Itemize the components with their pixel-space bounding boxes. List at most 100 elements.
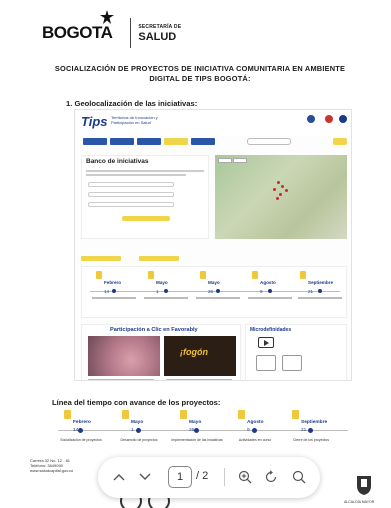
calendar-icon <box>180 410 187 419</box>
document-title: SOCIALIZACIÓN DE PROYECTOS DE INICIATIVA… <box>54 64 346 83</box>
text-line <box>86 174 186 176</box>
document-timeline: Febrero 14 Mayo 1 Mayo 26 Agosto 9 Septi… <box>56 408 356 448</box>
timeline-day: 9 <box>260 289 263 294</box>
zoom-in-button[interactable] <box>234 466 256 488</box>
logo-divider <box>130 18 132 48</box>
timeline-caption: Cierre de los proyectos <box>293 438 329 442</box>
nav-item-active <box>164 138 188 145</box>
bank-search-button <box>122 216 170 221</box>
timeline-dot <box>216 289 220 293</box>
bank-title: Banco de iniciativas <box>86 158 149 165</box>
toolbar-divider <box>224 468 225 486</box>
bank-footer-buttons <box>81 256 209 262</box>
timeline-caption: Desarrollo de proyectos <box>120 438 158 442</box>
timeline-item: Mayo 1 <box>148 271 194 294</box>
timeline-item: Febrero 14 <box>96 271 142 294</box>
page-total: / 2 <box>196 470 209 482</box>
search-icon <box>292 470 306 484</box>
timeline-item: Agosto 9 <box>238 410 264 433</box>
timeline-day: 21 <box>308 289 314 294</box>
search-button[interactable] <box>288 466 310 488</box>
timeline-item: Agosto 9 <box>252 271 298 294</box>
timeline-month: Febrero <box>73 420 91 425</box>
map-view <box>215 155 347 239</box>
participation-panel: Participación a Clic en Favorably ¡fogón <box>81 324 241 380</box>
timeline-dot <box>164 289 168 293</box>
calendar-icon <box>96 271 102 279</box>
calendar-icon <box>252 271 258 279</box>
website-timeline: Febrero 14 Mayo 1 Mayo 26 Agosto 9 Septi… <box>81 266 347 318</box>
timeline-caption: Socialización de proyectos <box>60 438 102 442</box>
timeline-month: Septiembre <box>308 280 334 285</box>
timeline-caption <box>144 297 188 299</box>
bogota-logo: BOGOTA <box>42 23 113 42</box>
website-screenshot: Tips Territorios de Innovación y Partici… <box>74 109 352 381</box>
timeline-month: Mayo <box>189 420 202 425</box>
seal-label: ALCALDÍA MAYOR <box>344 500 375 504</box>
participation-title: Participación a Clic en Favorably <box>110 327 198 333</box>
footer-button <box>81 256 121 261</box>
website-search <box>247 138 291 145</box>
star-icon <box>100 10 114 24</box>
next-page-button[interactable] <box>134 466 156 488</box>
page-number-input[interactable]: 1 <box>168 466 192 488</box>
secretaria-small: SECRETARÍA DE <box>138 23 182 30</box>
timeline-caption <box>92 297 136 299</box>
map-pin <box>273 188 276 191</box>
website-nav <box>83 138 215 145</box>
nav-item <box>83 138 107 145</box>
nav-item <box>110 138 134 145</box>
nav-item <box>137 138 161 145</box>
website-line: www.saludcapital.gov.co <box>30 468 74 473</box>
nav-item <box>191 138 215 145</box>
fogon-label: ¡fogón <box>180 347 208 357</box>
tips-logo: Tips <box>81 114 108 129</box>
chevron-down-icon <box>139 473 151 480</box>
user-icon <box>339 115 347 123</box>
timeline-caption: Actividades en curso <box>238 438 272 442</box>
rotate-button[interactable] <box>260 466 282 488</box>
calendar-icon <box>238 410 245 419</box>
timeline-dot <box>194 428 199 433</box>
previous-page-button[interactable] <box>108 466 130 488</box>
tips-logo-subtitle: Territorios de Innovación y Participació… <box>111 115 158 125</box>
micro-card <box>282 355 302 371</box>
bogota-icon <box>325 115 333 123</box>
timeline-caption <box>298 297 342 299</box>
micro-card <box>256 355 276 371</box>
photo-caption <box>88 379 154 380</box>
secretaria-big: SALUD <box>138 30 177 43</box>
document-header: BOGOTA SECRETARÍA DE SALUD <box>42 10 181 48</box>
calendar-icon <box>64 410 71 419</box>
pdf-toolbar: 1 / 2 <box>98 457 320 498</box>
map-pin <box>279 193 282 196</box>
timeline-month: Febrero <box>104 280 122 285</box>
calendar-icon <box>300 271 306 279</box>
coat-of-arms-icon <box>357 476 371 495</box>
calendar-icon <box>200 271 206 279</box>
timeline-caption: Implementación de las iniciativas <box>171 438 223 442</box>
timeline-dot <box>268 289 272 293</box>
map-pin <box>277 181 280 184</box>
timeline-dot <box>252 428 257 433</box>
calendar-icon <box>292 410 299 419</box>
map-tab <box>218 158 232 163</box>
timeline-item: Mayo 26 <box>200 271 246 294</box>
filter-field <box>88 192 174 197</box>
map-pin <box>276 197 279 200</box>
timeline-caption <box>196 297 240 299</box>
participation-photo <box>88 336 160 376</box>
timeline-caption <box>248 297 292 299</box>
photo-caption <box>166 379 232 380</box>
timeline-item: Septiembre 21 <box>300 271 346 294</box>
timeline-dot <box>318 289 322 293</box>
website-search-button <box>333 138 347 145</box>
chevron-up-icon <box>113 474 125 481</box>
timeline-dot <box>78 428 83 433</box>
timeline-dot <box>112 289 116 293</box>
gov-icon <box>307 115 315 123</box>
timeline-month: Mayo <box>208 280 220 285</box>
bank-panel: Banco de iniciativas <box>81 155 209 239</box>
timeline-month: Septiembre <box>301 420 328 425</box>
secretaria-label: SECRETARÍA DE SALUD <box>138 24 181 43</box>
